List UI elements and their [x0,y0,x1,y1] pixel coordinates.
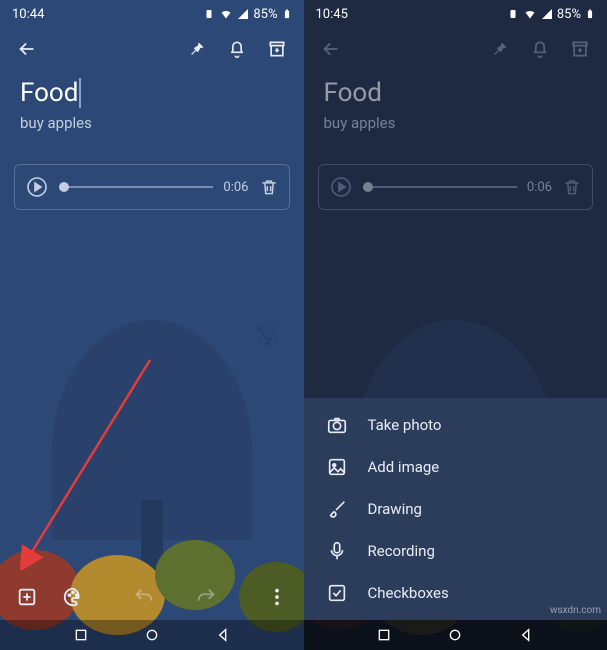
palette-button[interactable] [56,580,90,614]
undo-icon[interactable] [133,586,155,608]
more-vert-icon [266,586,288,608]
audio-scrubber[interactable] [59,186,213,188]
nav-back-icon[interactable] [518,627,534,643]
brush-icon [326,498,348,520]
status-bar: 10:45 85% [304,0,607,24]
nav-back-icon[interactable] [215,627,231,643]
note-content[interactable]: Food buy apples [0,70,304,136]
note-content: Food buy apples [304,70,607,136]
add-bottom-sheet: Take photo Add image Drawing Recording C… [304,398,607,620]
watermark: wsxdn.com [550,605,601,616]
trash-icon [562,177,582,197]
palette-icon [62,586,84,608]
nav-home-icon[interactable] [447,627,463,643]
pin-icon [187,39,207,59]
archive-button[interactable] [260,32,294,66]
menu-drawing[interactable]: Drawing [304,488,607,530]
archive-icon [570,39,590,59]
annotation-arrow [20,350,160,570]
delete-audio-button [562,177,582,197]
add-button[interactable] [10,580,44,614]
nav-recent-icon[interactable] [376,627,392,643]
reminder-button[interactable] [220,32,254,66]
back-button[interactable] [10,32,44,66]
mic-icon [326,540,348,562]
audio-scrubber [363,186,517,188]
note-body: buy apples [324,114,588,132]
play-button [329,175,353,199]
audio-duration: 0:06 [527,180,552,195]
play-circle-icon [25,175,49,199]
vibrate-icon [507,8,519,20]
bell-icon [227,39,247,59]
status-time: 10:44 [12,7,44,22]
bell-icon [530,39,550,59]
pin-button[interactable] [180,32,214,66]
pin-button[interactable] [483,32,517,66]
battery-pct: 85% [253,7,277,22]
pin-icon [490,39,510,59]
audio-duration: 0:06 [223,180,248,195]
nav-bar [0,620,304,650]
reminder-button[interactable] [523,32,557,66]
menu-label: Checkboxes [368,584,449,602]
menu-label: Take photo [368,416,442,434]
image-icon [326,456,348,478]
archive-button[interactable] [563,32,597,66]
wifi-icon [523,8,537,20]
status-time: 10:45 [316,7,348,22]
top-app-bar [304,24,607,70]
camera-icon [326,414,348,436]
nav-bar [304,620,607,650]
arrow-left-icon [320,38,342,60]
archive-icon [267,39,287,59]
top-app-bar [0,24,304,70]
menu-label: Drawing [368,500,422,518]
status-icons: 85% [507,7,595,22]
delete-audio-button[interactable] [259,177,279,197]
status-icons: 85% [203,7,291,22]
back-button[interactable] [314,32,348,66]
battery-pct: 85% [557,7,581,22]
note-title[interactable]: Food [20,78,284,108]
menu-label: Recording [368,542,435,560]
background-art: 𓅮 [0,280,304,620]
signal-icon [541,8,553,20]
bottom-toolbar [0,574,304,620]
signal-icon [237,8,249,20]
audio-player: 0:06 [318,164,594,210]
nav-recent-icon[interactable] [73,627,89,643]
arrow-left-icon [16,38,38,60]
more-button[interactable] [260,580,294,614]
checkbox-icon [326,582,348,604]
trash-icon [259,177,279,197]
redo-icon[interactable] [195,586,217,608]
plus-box-icon [16,586,38,608]
menu-recording[interactable]: Recording [304,530,607,572]
play-circle-icon [329,175,353,199]
screenshot-left: 𓅮 10:44 85% Food buy apple [0,0,304,650]
note-title: Food [324,78,588,108]
battery-icon [585,7,595,21]
menu-label: Add image [368,458,440,476]
note-body[interactable]: buy apples [20,114,284,132]
nav-home-icon[interactable] [144,627,160,643]
status-bar: 10:44 85% [0,0,304,24]
vibrate-icon [203,8,215,20]
play-button[interactable] [25,175,49,199]
menu-take-photo[interactable]: Take photo [304,404,607,446]
battery-icon [282,7,292,21]
menu-add-image[interactable]: Add image [304,446,607,488]
wifi-icon [219,8,233,20]
audio-player: 0:06 [14,164,290,210]
screenshot-right: 10:45 85% Food buy apples 0:06 [304,0,607,650]
